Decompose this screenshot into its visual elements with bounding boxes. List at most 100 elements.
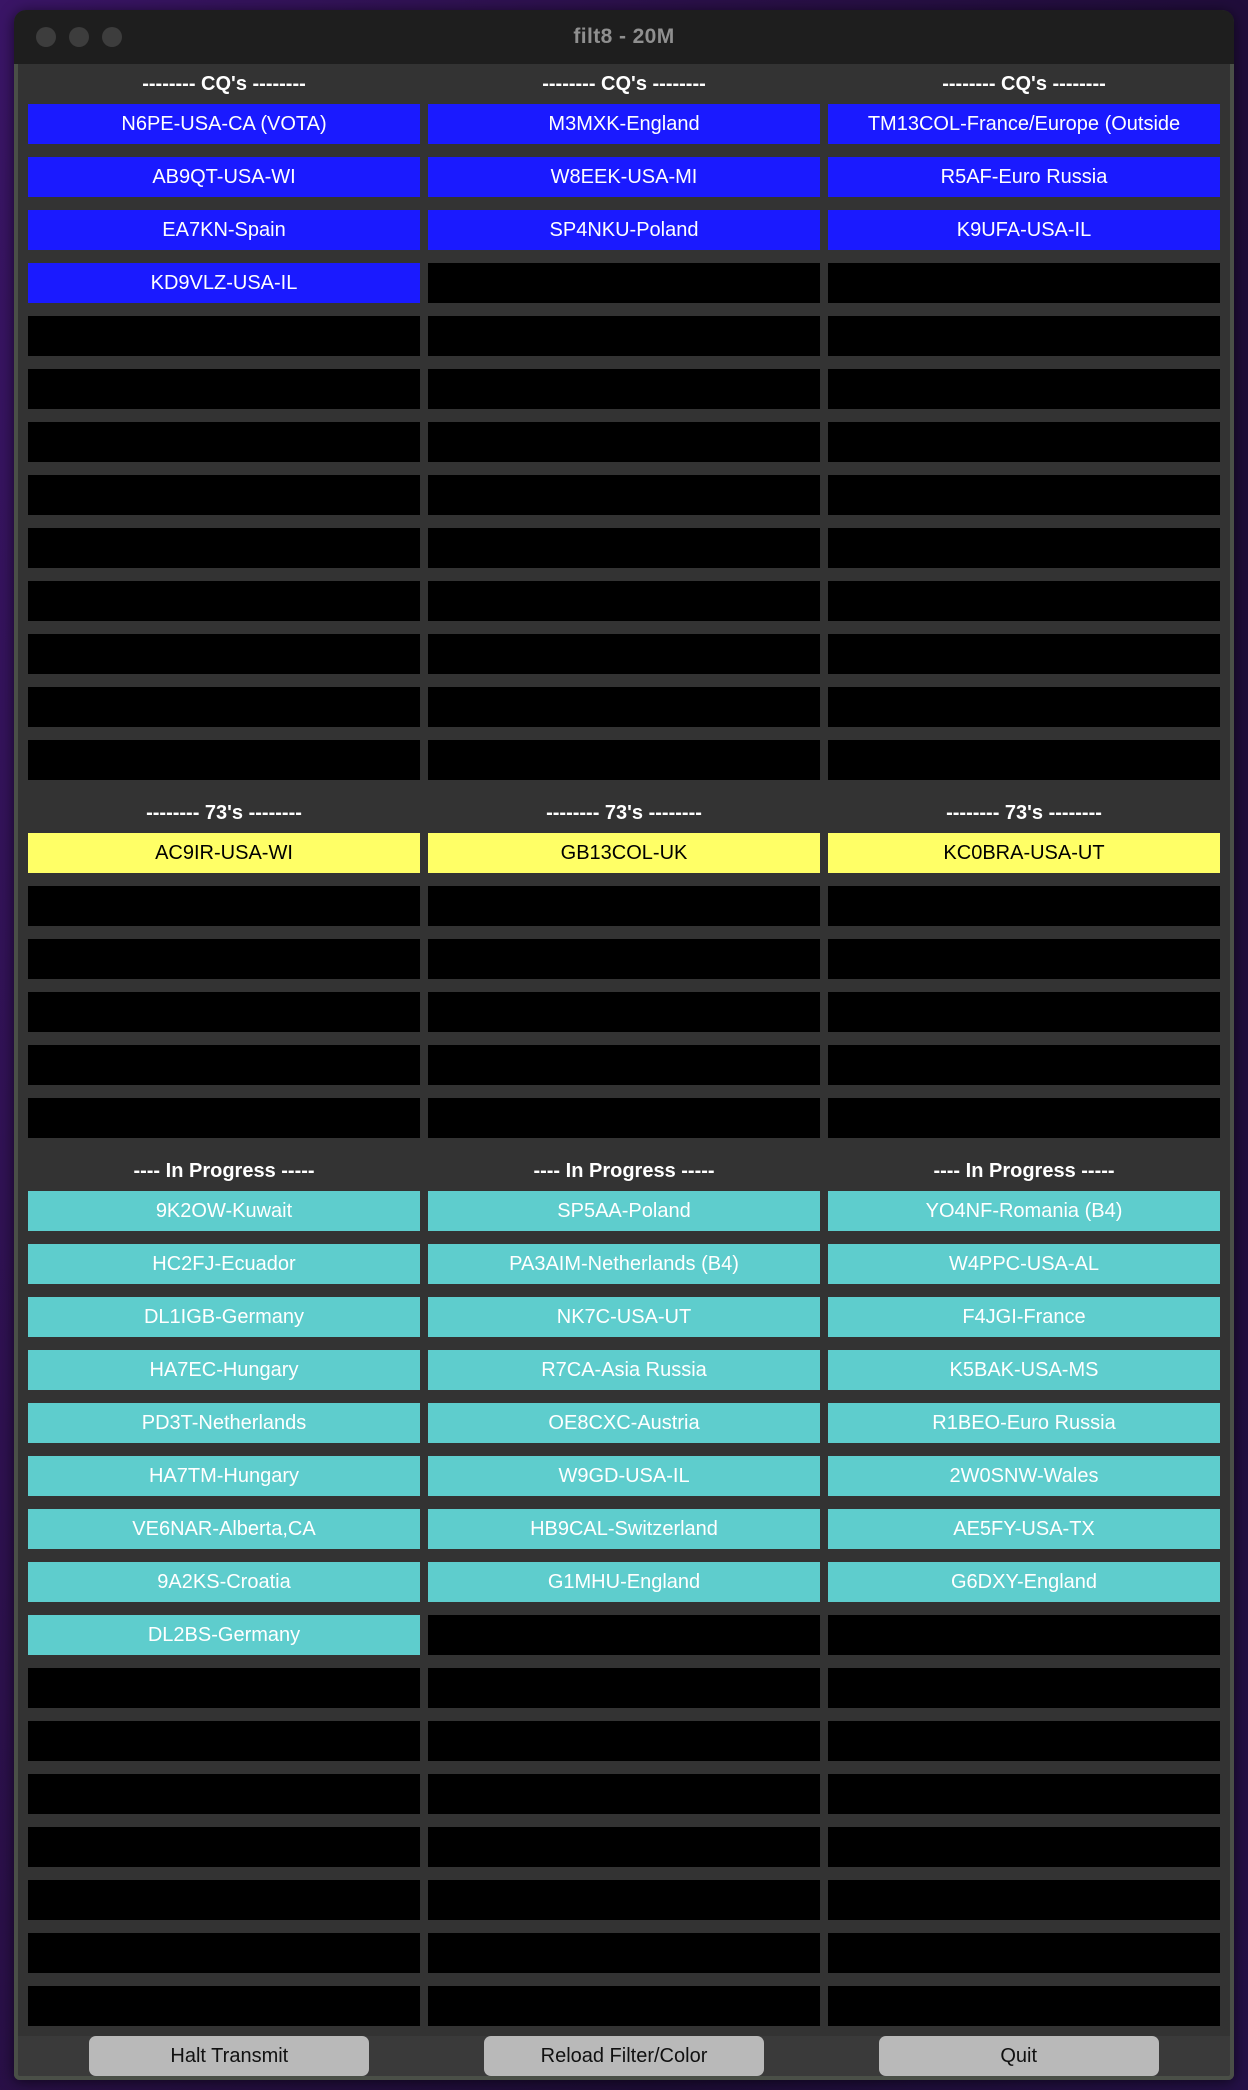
quit-button[interactable]: Quit	[878, 2036, 1159, 2076]
list-item-empty	[828, 581, 1220, 621]
list-item[interactable]: TM13COL-France/Europe (Outside	[828, 104, 1220, 144]
list-item[interactable]: W9GD-USA-IL	[428, 1456, 820, 1496]
list-item[interactable]: GB13COL-UK	[428, 833, 820, 873]
table-row: AB9QT-USA-WI W8EEK-USA-MI R5AF-Euro Russia	[28, 157, 1220, 197]
table-row	[28, 422, 1220, 462]
list-item[interactable]: 2W0SNW-Wales	[828, 1456, 1220, 1496]
list-item-empty	[28, 1668, 420, 1708]
list-item-empty	[28, 687, 420, 727]
list-item-empty	[828, 475, 1220, 515]
section-header-cq-col1: -------- CQ's --------	[142, 72, 306, 95]
list-item-empty	[428, 581, 820, 621]
list-item-empty	[828, 263, 1220, 303]
list-item[interactable]: YO4NF-Romania (B4)	[828, 1191, 1220, 1231]
table-row	[28, 369, 1220, 409]
table-row	[28, 1933, 1220, 1973]
table-row	[28, 1668, 1220, 1708]
list-item-empty	[428, 1933, 820, 1973]
list-item[interactable]: 9A2KS-Croatia	[28, 1562, 420, 1602]
list-item[interactable]: K9UFA-USA-IL	[828, 210, 1220, 250]
table-row: N6PE-USA-CA (VOTA) M3MXK-England TM13COL-F…	[28, 104, 1220, 144]
list-item-empty	[28, 475, 420, 515]
list-item[interactable]: EA7KN-Spain	[28, 210, 420, 250]
table-row: EA7KN-Spain SP4NKU-Poland K9UFA-USA-IL	[28, 210, 1220, 250]
list-item[interactable]: VE6NAR-Alberta,CA	[28, 1509, 420, 1549]
list-item-empty	[428, 1615, 820, 1655]
list-item[interactable]: G1MHU-England	[428, 1562, 820, 1602]
list-item-empty	[428, 992, 820, 1032]
table-row	[28, 1045, 1220, 1085]
list-item[interactable]: F4JGI-France	[828, 1297, 1220, 1337]
list-item-empty	[828, 1827, 1220, 1867]
list-item[interactable]: SP5AA-Poland	[428, 1191, 820, 1231]
list-item-empty	[828, 422, 1220, 462]
list-item[interactable]: DL2BS-Germany	[28, 1615, 420, 1655]
list-item[interactable]: W8EEK-USA-MI	[428, 157, 820, 197]
list-item[interactable]: W4PPC-USA-AL	[828, 1244, 1220, 1284]
list-item-empty	[428, 528, 820, 568]
list-item-empty	[28, 369, 420, 409]
list-item-empty	[828, 1880, 1220, 1920]
list-item-empty	[428, 1827, 820, 1867]
list-item[interactable]: PD3T-Netherlands	[28, 1403, 420, 1443]
table-row	[28, 475, 1220, 515]
list-item-empty	[828, 1986, 1220, 2026]
list-item-empty	[428, 316, 820, 356]
list-item[interactable]: KD9VLZ-USA-IL	[28, 263, 420, 303]
table-row	[28, 1721, 1220, 1761]
table-row	[28, 581, 1220, 621]
halt-transmit-wrap: Halt Transmit	[32, 2036, 427, 2076]
list-item-empty	[828, 634, 1220, 674]
app-root: filt8 - 20M -------- CQ's -------- ------…	[0, 0, 1248, 2090]
list-item-empty	[28, 1774, 420, 1814]
list-item-empty	[28, 1721, 420, 1761]
table-row	[28, 1098, 1220, 1138]
list-item[interactable]: AE5FY-USA-TX	[828, 1509, 1220, 1549]
list-item[interactable]: 9K2OW-Kuwait	[28, 1191, 420, 1231]
section-cq: -------- CQ's -------- -------- CQ's ----…	[28, 64, 1220, 793]
list-item[interactable]: N6PE-USA-CA (VOTA)	[28, 104, 420, 144]
list-item-empty	[828, 1721, 1220, 1761]
table-row	[28, 886, 1220, 926]
table-row: KD9VLZ-USA-IL	[28, 263, 1220, 303]
list-item[interactable]: HA7TM-Hungary	[28, 1456, 420, 1496]
list-item[interactable]: HC2FJ-Ecuador	[28, 1244, 420, 1284]
list-item-empty	[28, 740, 420, 780]
list-item-empty	[828, 687, 1220, 727]
list-item[interactable]: R7CA-Asia Russia	[428, 1350, 820, 1390]
list-item[interactable]: SP4NKU-Poland	[428, 210, 820, 250]
list-item[interactable]: AC9IR-USA-WI	[28, 833, 420, 873]
list-item[interactable]: PA3AIM-Netherlands (B4)	[428, 1244, 820, 1284]
list-item[interactable]: R5AF-Euro Russia	[828, 157, 1220, 197]
section-in_progress: ---- In Progress ----- ---- In Progress -…	[28, 1151, 1220, 2080]
list-item[interactable]: M3MXK-England	[428, 104, 820, 144]
list-item[interactable]: KC0BRA-USA-UT	[828, 833, 1220, 873]
reload-filter-color-button[interactable]: Reload Filter/Color	[484, 2036, 764, 2076]
list-item[interactable]: DL1IGB-Germany	[28, 1297, 420, 1337]
list-item-empty	[428, 886, 820, 926]
table-row	[28, 687, 1220, 727]
list-item-empty	[828, 1933, 1220, 1973]
table-row: AC9IR-USA-WI GB13COL-UK KC0BRA-USA-UT	[28, 833, 1220, 873]
list-item[interactable]: K5BAK-USA-MS	[828, 1350, 1220, 1390]
halt-transmit-button[interactable]: Halt Transmit	[89, 2036, 370, 2076]
table-row	[28, 939, 1220, 979]
list-item[interactable]: NK7C-USA-UT	[428, 1297, 820, 1337]
list-item-empty	[828, 1668, 1220, 1708]
list-item[interactable]: OE8CXC-Austria	[428, 1403, 820, 1443]
section-header-cq-col2: -------- CQ's --------	[542, 72, 706, 95]
list-item[interactable]: R1BEO-Euro Russia	[828, 1403, 1220, 1443]
list-item[interactable]: G6DXY-England	[828, 1562, 1220, 1602]
list-item-empty	[828, 316, 1220, 356]
list-item-empty	[28, 886, 420, 926]
list-item[interactable]: HA7EC-Hungary	[28, 1350, 420, 1390]
list-item-empty	[428, 1774, 820, 1814]
list-item-empty	[28, 1986, 420, 2026]
table-row: 9K2OW-Kuwait SP5AA-Poland YO4NF-Romania (B…	[28, 1191, 1220, 1231]
list-item[interactable]: AB9QT-USA-WI	[28, 157, 420, 197]
section-header-row: -------- CQ's -------- -------- CQ's ----…	[28, 64, 1220, 104]
table-row: HC2FJ-Ecuador PA3AIM-Netherlands (B4) W4PP…	[28, 1244, 1220, 1284]
title-bar: filt8 - 20M	[14, 10, 1234, 64]
list-item-empty	[428, 1098, 820, 1138]
list-item[interactable]: HB9CAL-Switzerland	[428, 1509, 820, 1549]
